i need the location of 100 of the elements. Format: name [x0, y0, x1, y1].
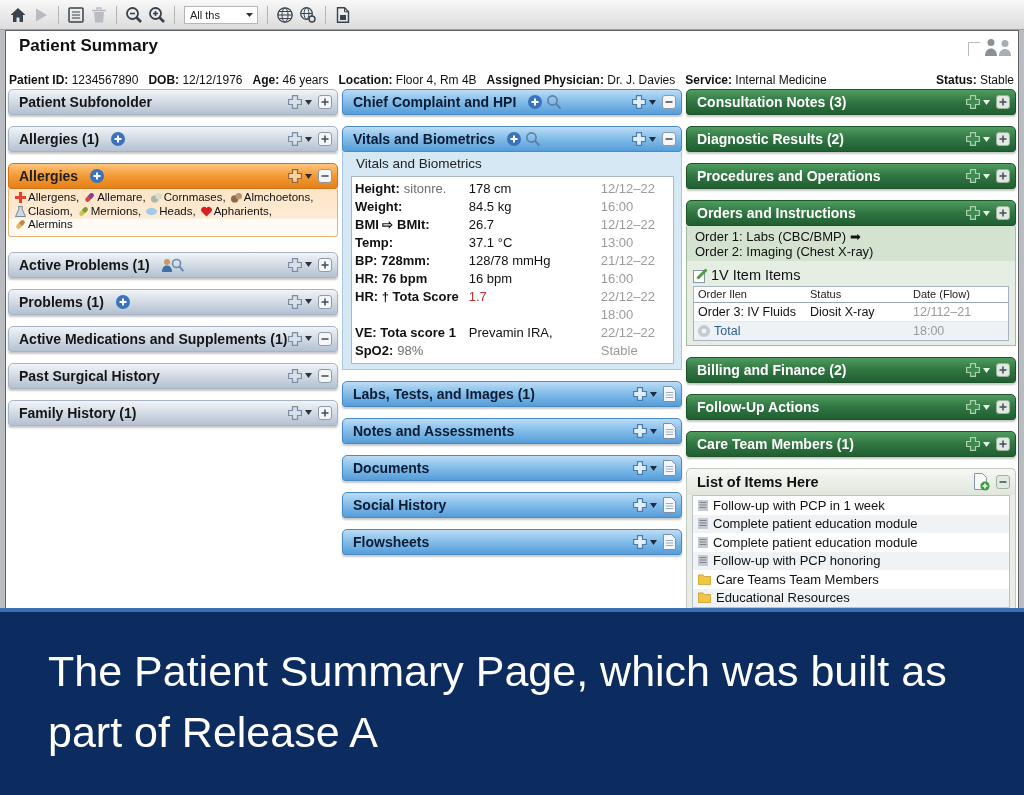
allergy-name: Clasiom,: [28, 204, 73, 218]
list-item[interactable]: Complete patient education module: [693, 533, 1009, 552]
plus-circle-icon[interactable]: [507, 132, 522, 146]
expand-icon[interactable]: [318, 257, 332, 272]
expand-icon[interactable]: [996, 437, 1010, 451]
note-icon: [698, 518, 708, 530]
search-icon[interactable]: [547, 95, 562, 109]
disc-icon: [698, 325, 710, 337]
expand-icon[interactable]: [996, 206, 1010, 220]
home-icon[interactable]: [10, 6, 26, 23]
panel-title: Labs, Tests, and Images (1): [353, 386, 535, 402]
vital-time: 12/12–22: [600, 217, 655, 232]
plus-icon[interactable]: [632, 95, 646, 109]
plus-circle-icon[interactable]: [528, 95, 543, 109]
collapse-icon[interactable]: [662, 95, 676, 109]
collapse-icon[interactable]: [662, 132, 676, 146]
expand-icon[interactable]: [996, 169, 1010, 183]
caret-icon[interactable]: [305, 136, 312, 142]
caret-icon[interactable]: [650, 391, 657, 397]
heart-icon: [200, 205, 212, 217]
globe-search-icon[interactable]: [300, 6, 316, 23]
vital-value: 26.7: [468, 217, 495, 232]
plus-icon[interactable]: [966, 363, 980, 377]
caret-icon[interactable]: [650, 539, 657, 545]
plus-icon[interactable]: [966, 169, 980, 183]
vital-label: Weight:: [355, 199, 403, 214]
plus-circle-icon[interactable]: [90, 169, 105, 183]
expand-icon[interactable]: [318, 132, 332, 146]
plus-icon[interactable]: [633, 387, 647, 401]
plus-icon[interactable]: [633, 535, 647, 549]
expand-icon[interactable]: [996, 132, 1010, 146]
collapse-icon[interactable]: [996, 475, 1010, 489]
collapse-icon[interactable]: [318, 368, 332, 383]
expand-icon[interactable]: [318, 294, 332, 309]
collapse-icon[interactable]: [318, 331, 332, 346]
caret-icon[interactable]: [983, 173, 990, 179]
expand-icon[interactable]: [318, 405, 332, 420]
list-item[interactable]: Follow-up with PCP in 1 week: [693, 496, 1009, 515]
globe-icon[interactable]: [277, 6, 293, 23]
panel-title: Past Surgical History: [19, 367, 160, 384]
plus-circle-icon[interactable]: [111, 132, 126, 146]
panel-title: List of Items Here: [697, 474, 819, 490]
plus-circle-icon[interactable]: [115, 294, 130, 309]
list-item[interactable]: Educational Resources: [693, 588, 1009, 607]
list-icon[interactable]: [68, 6, 84, 23]
caret-icon[interactable]: [650, 465, 657, 471]
filter-dropdown[interactable]: All ths: [184, 5, 258, 24]
users-icon[interactable]: [968, 36, 1012, 56]
plus-icon[interactable]: [966, 132, 980, 146]
caret-icon[interactable]: [983, 136, 990, 142]
panel-title: Social History: [353, 497, 447, 513]
caret-icon[interactable]: [305, 262, 312, 267]
caret-icon[interactable]: [983, 367, 990, 373]
plus-icon[interactable]: [288, 169, 302, 183]
user-search-icon[interactable]: [161, 257, 184, 272]
caret-icon[interactable]: [650, 428, 657, 434]
expand-icon[interactable]: [318, 95, 332, 109]
caret-icon[interactable]: [305, 410, 312, 415]
plus-icon[interactable]: [966, 437, 980, 451]
expand-icon[interactable]: [996, 363, 1010, 377]
page-add-icon[interactable]: [974, 473, 990, 491]
list-item[interactable]: Care Teams Team Members: [693, 570, 1009, 589]
expand-icon[interactable]: [996, 95, 1010, 109]
panel-title: Orders and Instructions: [697, 205, 856, 221]
caret-icon[interactable]: [305, 299, 312, 304]
caret-icon[interactable]: [649, 99, 656, 105]
caret-icon[interactable]: [649, 136, 656, 142]
plus-icon[interactable]: [966, 95, 980, 109]
plus-icon[interactable]: [633, 498, 647, 512]
caret-icon: [246, 12, 253, 17]
vital-label: BMI ⇨ BMIt:: [355, 217, 430, 232]
plus-icon[interactable]: [632, 132, 646, 146]
caret-icon[interactable]: [305, 173, 312, 179]
page-icon[interactable]: [335, 6, 351, 23]
caret-icon[interactable]: [983, 99, 990, 105]
vital-label: Height: sitonre.: [355, 181, 447, 196]
caret-icon[interactable]: [983, 404, 990, 410]
caret-icon[interactable]: [983, 441, 990, 447]
list-item[interactable]: Complete patient education module: [693, 514, 1009, 533]
plus-icon[interactable]: [966, 206, 980, 220]
edit-icon[interactable]: [693, 267, 708, 283]
zoom-out-icon[interactable]: [126, 6, 142, 23]
caret-icon[interactable]: [650, 502, 657, 508]
plus-icon[interactable]: [633, 424, 647, 438]
expand-icon[interactable]: [996, 400, 1010, 414]
vital-label: HR: 76 bpm: [355, 271, 428, 286]
allergy-name: Allergens,: [28, 191, 80, 205]
caret-icon[interactable]: [305, 336, 312, 341]
caret-icon[interactable]: [305, 373, 312, 378]
caret-icon[interactable]: [305, 99, 312, 105]
zoom-in-icon[interactable]: [149, 6, 165, 23]
panel-title: Allergies (1): [19, 131, 100, 147]
plus-icon[interactable]: [966, 400, 980, 414]
list-item[interactable]: Follow-up with PCP honoring: [693, 551, 1009, 570]
panel-title: Patient Subfonolder: [19, 94, 152, 110]
plus-icon[interactable]: [633, 461, 647, 475]
search-icon[interactable]: [526, 132, 541, 146]
caret-icon[interactable]: [983, 210, 990, 216]
vital-value: Prevamin IRA,: [468, 325, 553, 340]
collapse-icon[interactable]: [318, 169, 332, 183]
